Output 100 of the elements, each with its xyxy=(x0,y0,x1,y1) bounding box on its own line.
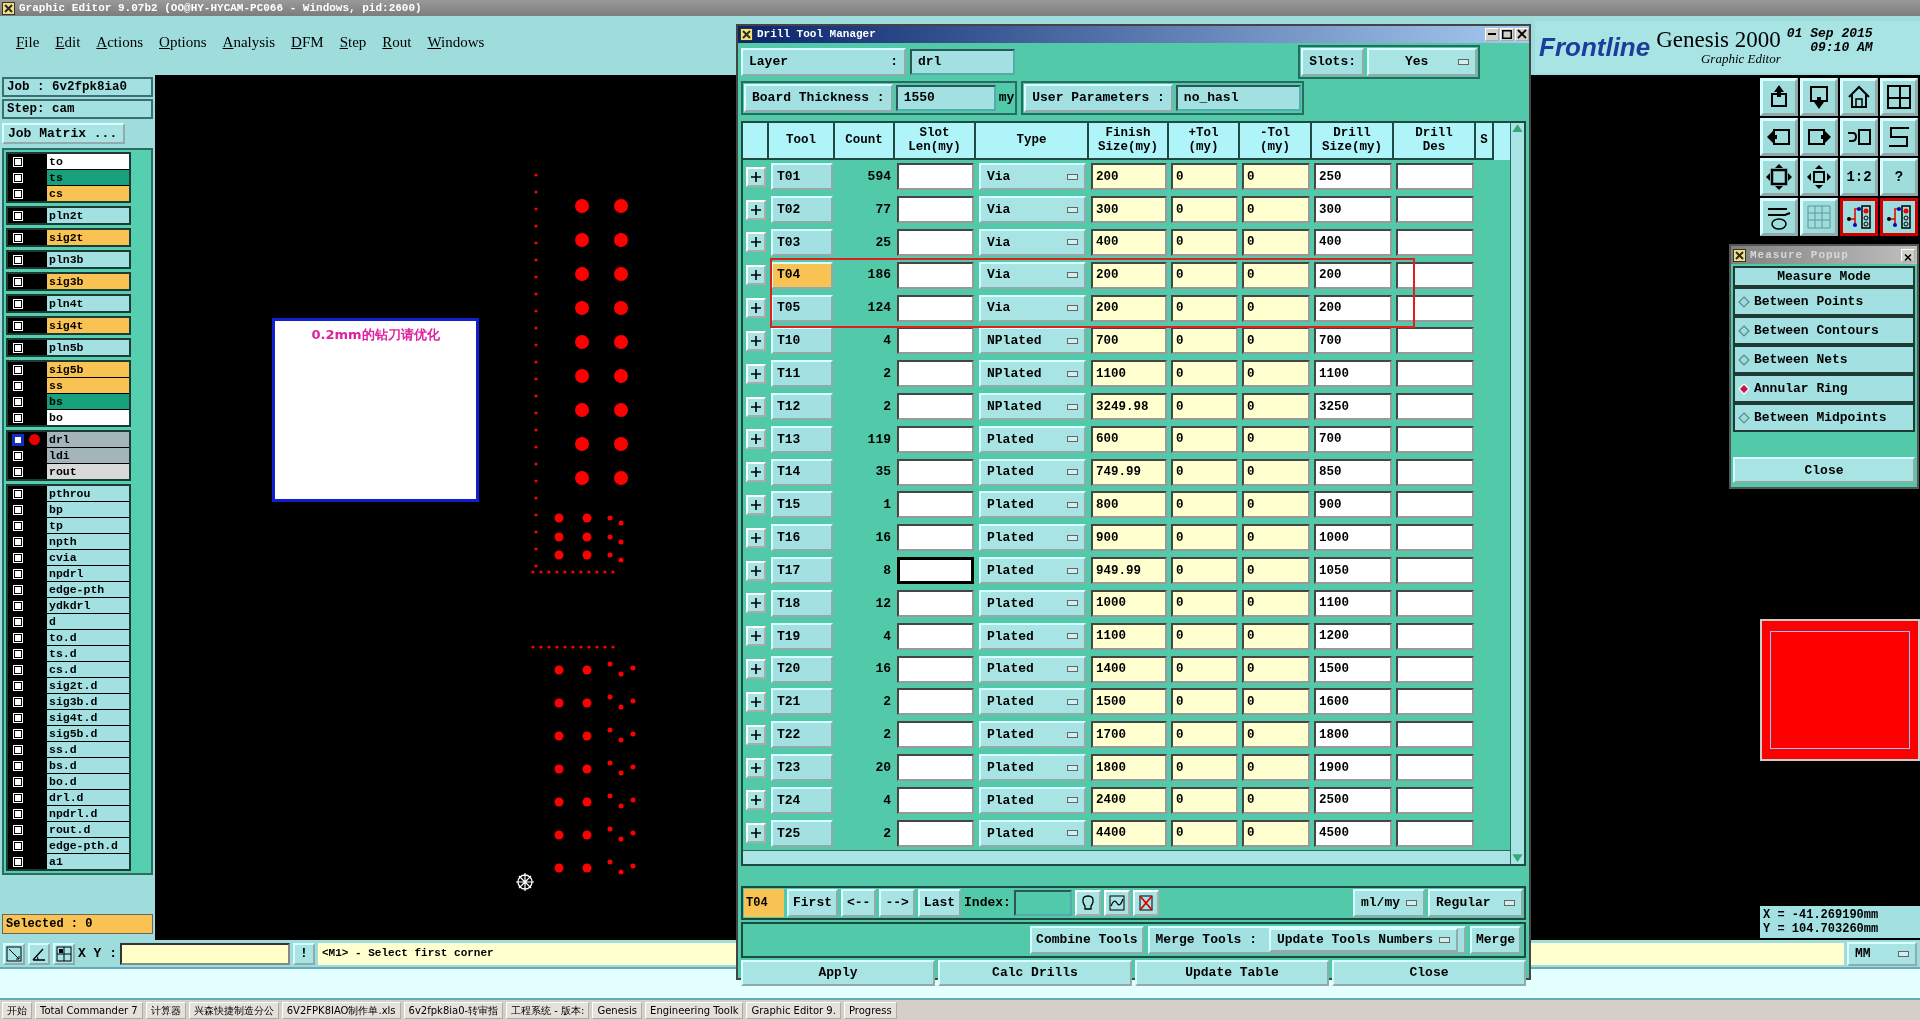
finish-size-field[interactable]: 300 xyxy=(1091,196,1167,224)
nav-button[interactable]: <-- xyxy=(841,888,877,917)
horizontal-scrollbar[interactable] xyxy=(743,849,1510,864)
plus-tolerance-field[interactable]: 0 xyxy=(1171,491,1238,519)
minus-tolerance-field[interactable]: 0 xyxy=(1242,786,1310,814)
slot-length-field[interactable] xyxy=(897,294,974,322)
minus-tolerance-field[interactable]: 0 xyxy=(1242,721,1310,749)
layer-checkbox[interactable] xyxy=(12,187,24,200)
finish-size-field[interactable]: 949.99 xyxy=(1091,557,1167,585)
drill-size-field[interactable]: 4500 xyxy=(1314,819,1392,847)
slot-length-field[interactable] xyxy=(897,524,974,552)
plus-tolerance-field[interactable]: 0 xyxy=(1171,360,1238,388)
drill-size-field[interactable]: 1100 xyxy=(1314,360,1392,388)
mode-dropdown[interactable]: Regular xyxy=(1428,888,1523,917)
drill-description-field[interactable] xyxy=(1396,196,1474,224)
layer-checkbox[interactable] xyxy=(12,551,24,564)
menu-item[interactable]: Rout xyxy=(374,31,420,54)
layer-checkbox[interactable] xyxy=(12,231,24,244)
layer-checkbox[interactable] xyxy=(12,807,24,820)
finish-size-field[interactable]: 200 xyxy=(1091,163,1167,191)
type-dropdown[interactable]: Via xyxy=(979,163,1086,191)
taskbar-item[interactable]: Engineering Toolk xyxy=(645,1001,744,1019)
layer-checkbox[interactable] xyxy=(12,583,24,596)
drill-description-field[interactable] xyxy=(1396,393,1474,420)
layer-name[interactable]: tp xyxy=(47,518,129,533)
layer-name[interactable]: npth xyxy=(47,534,129,549)
layer-checkbox[interactable] xyxy=(12,855,24,868)
type-dropdown[interactable]: Plated xyxy=(979,819,1086,847)
tool-button[interactable]: T01 xyxy=(771,163,833,191)
tool-button[interactable]: T10 xyxy=(771,327,833,355)
confirm-button[interactable]: ! xyxy=(293,942,315,965)
icon-button[interactable] xyxy=(1103,889,1130,916)
layer-checkbox[interactable] xyxy=(12,567,24,580)
layer-name[interactable]: bo.d xyxy=(47,774,129,789)
menu-item[interactable]: Edit xyxy=(47,31,89,54)
plus-tolerance-field[interactable]: 0 xyxy=(1171,163,1238,191)
icon-button[interactable] xyxy=(1074,889,1101,916)
icon-button[interactable] xyxy=(1132,889,1159,916)
tool-button[interactable]: T25 xyxy=(771,819,833,847)
expand-button[interactable] xyxy=(746,462,766,483)
slot-length-field[interactable] xyxy=(897,721,974,749)
drill-description-field[interactable] xyxy=(1396,360,1474,388)
type-dropdown[interactable]: Plated xyxy=(979,655,1086,683)
job-matrix-button[interactable]: Job Matrix ... xyxy=(2,123,125,144)
action-button[interactable]: Calc Drills xyxy=(938,959,1132,986)
finish-size-field[interactable]: 700 xyxy=(1091,327,1167,355)
layer-name[interactable]: a1 xyxy=(47,854,129,869)
slot-length-field[interactable] xyxy=(897,491,974,519)
taskbar-item[interactable]: Progress xyxy=(843,1001,897,1019)
type-dropdown[interactable]: Plated xyxy=(979,524,1086,552)
plus-tolerance-field[interactable]: 0 xyxy=(1171,196,1238,224)
taskbar-item[interactable]: Genesis xyxy=(592,1001,643,1019)
expand-button[interactable] xyxy=(746,593,766,614)
layer-checkbox[interactable] xyxy=(12,363,24,376)
plus-tolerance-field[interactable]: 0 xyxy=(1171,589,1238,617)
type-dropdown[interactable]: Plated xyxy=(979,721,1086,749)
layer-field[interactable]: drl xyxy=(910,48,1015,75)
plus-tolerance-field[interactable]: 0 xyxy=(1171,557,1238,585)
expand-button[interactable] xyxy=(746,626,766,647)
parameters-field[interactable]: no_hasl xyxy=(1175,84,1301,111)
taskbar-item[interactable]: 开始 xyxy=(2,1001,32,1019)
expand-button[interactable] xyxy=(746,659,766,680)
tool-button[interactable]: T03 xyxy=(771,228,833,256)
slots-dropdown[interactable]: Yes xyxy=(1367,47,1477,76)
minus-tolerance-field[interactable]: 0 xyxy=(1242,458,1310,486)
drill-description-field[interactable] xyxy=(1396,557,1474,585)
layer-name[interactable]: to xyxy=(47,154,129,169)
layer-name[interactable]: drl.d xyxy=(47,790,129,805)
layer-name[interactable]: sig4t xyxy=(47,318,129,333)
layer-name[interactable]: pln4t xyxy=(47,296,129,311)
layer-checkbox[interactable] xyxy=(12,487,24,500)
vertical-scrollbar[interactable] xyxy=(1510,122,1524,864)
layer-name[interactable]: sig3b xyxy=(47,274,129,289)
menu-item[interactable]: Actions xyxy=(88,31,152,54)
drill-description-field[interactable] xyxy=(1396,261,1474,289)
menu-item[interactable]: Step xyxy=(331,31,375,54)
expand-button[interactable] xyxy=(746,232,766,253)
slot-length-field[interactable] xyxy=(897,261,974,289)
layer-name[interactable]: ydkdrl xyxy=(47,598,129,613)
plus-tolerance-field[interactable]: 0 xyxy=(1171,524,1238,552)
finish-size-field[interactable]: 1100 xyxy=(1091,622,1167,650)
finish-size-field[interactable]: 3249.98 xyxy=(1091,393,1167,420)
layer-checkbox[interactable] xyxy=(12,503,24,516)
type-dropdown[interactable]: Plated xyxy=(979,786,1086,814)
slot-length-field[interactable] xyxy=(897,360,974,388)
slot-length-field[interactable] xyxy=(897,819,974,847)
layer-checkbox[interactable] xyxy=(12,823,24,836)
finish-size-field[interactable]: 900 xyxy=(1091,524,1167,552)
mode-option[interactable]: Between Nets xyxy=(1733,345,1915,374)
drill-description-field[interactable] xyxy=(1396,819,1474,847)
layer-name[interactable]: ts xyxy=(47,170,129,185)
layer-checkbox[interactable] xyxy=(12,695,24,708)
drill-size-field[interactable]: 850 xyxy=(1314,458,1392,486)
plus-tolerance-field[interactable]: 0 xyxy=(1171,655,1238,683)
layer-name[interactable]: bo xyxy=(47,410,129,425)
finish-size-field[interactable]: 600 xyxy=(1091,425,1167,453)
layer-checkbox[interactable] xyxy=(12,155,24,168)
drill-size-field[interactable]: 1800 xyxy=(1314,721,1392,749)
layer-checkbox[interactable] xyxy=(12,743,24,756)
type-dropdown[interactable]: Via xyxy=(979,261,1086,289)
